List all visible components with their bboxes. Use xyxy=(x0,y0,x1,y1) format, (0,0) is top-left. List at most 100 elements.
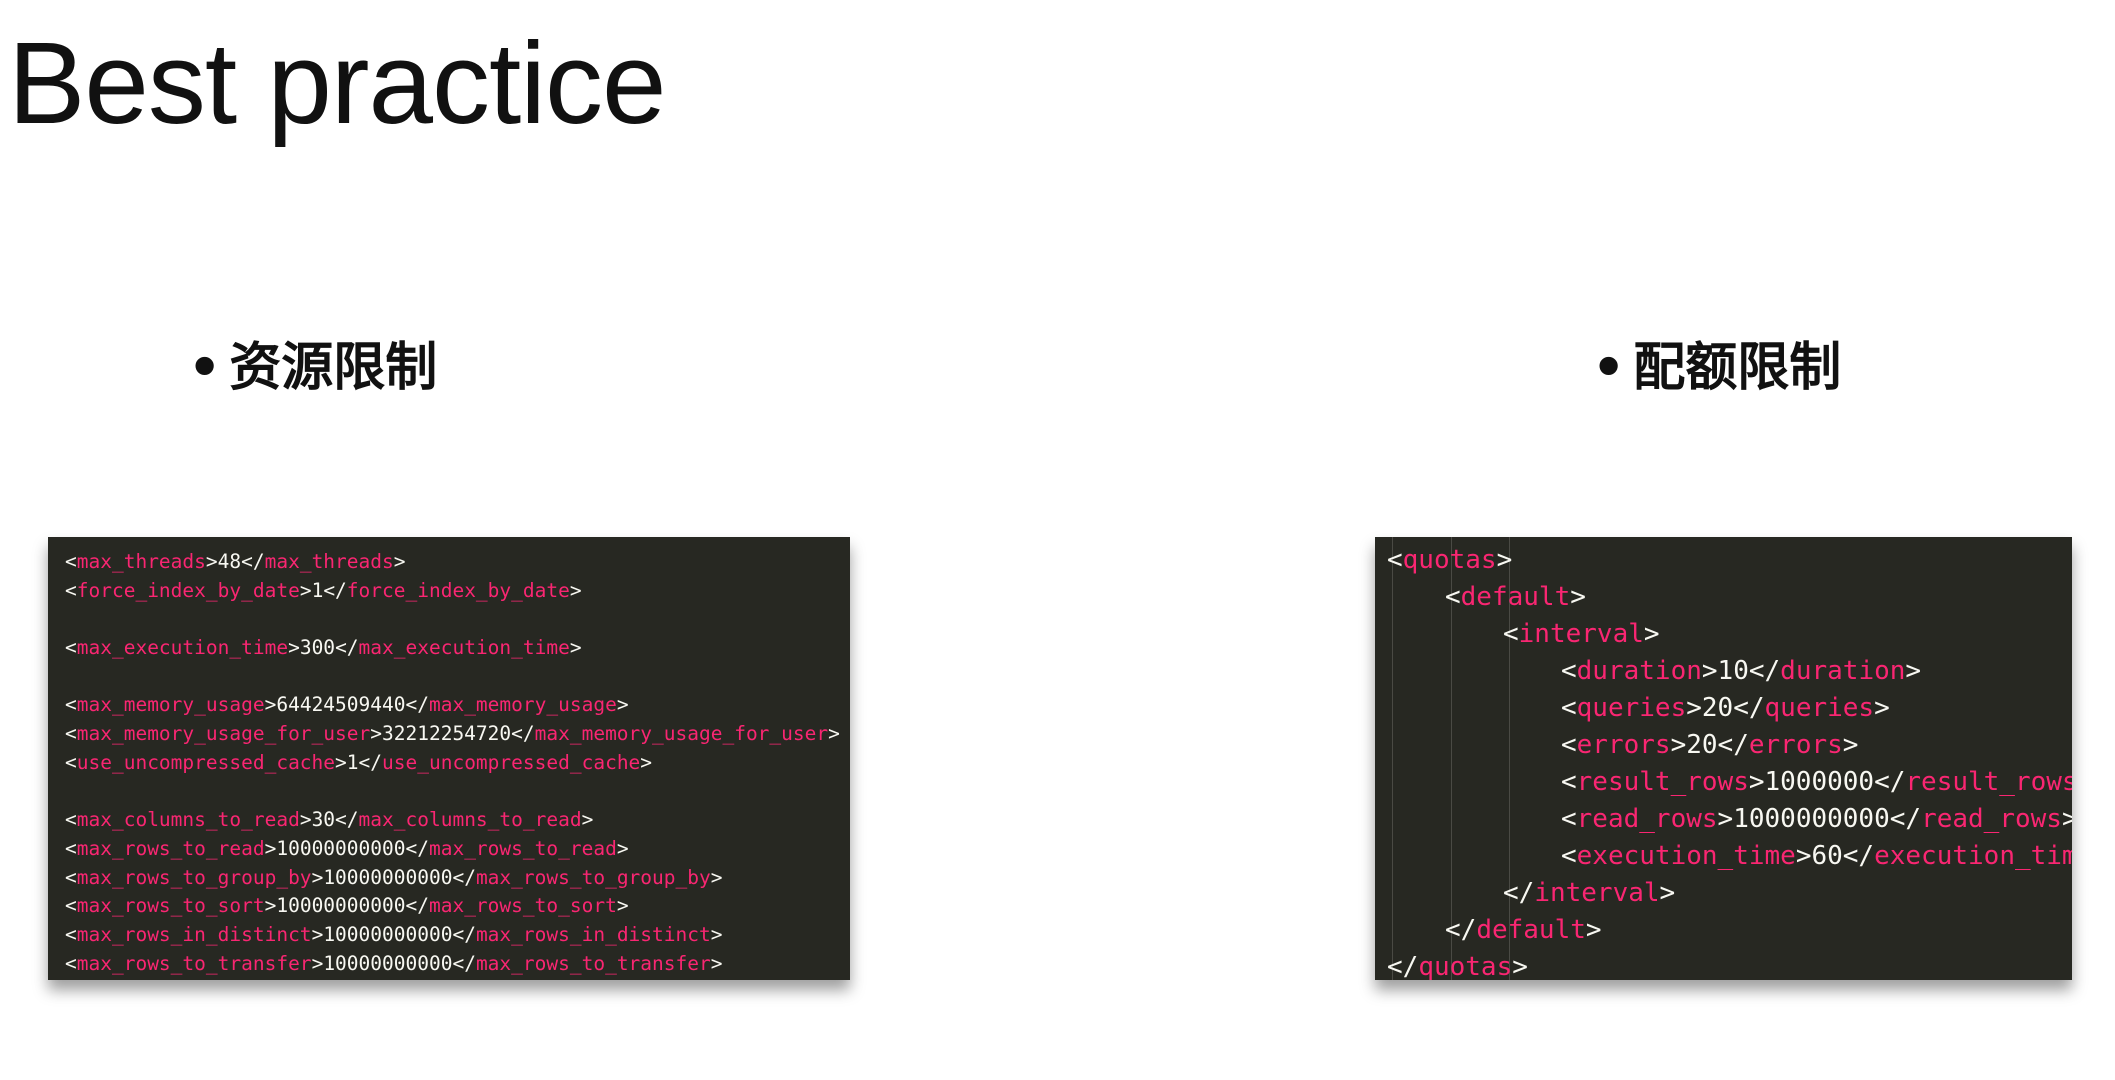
xml-value: 20 xyxy=(1701,693,1734,723)
resource-limits-code-block: <max_threads>48</max_threads> <force_inde… xyxy=(48,537,850,980)
code-line: <max_rows_in_distinct>10000000000</max_r… xyxy=(48,921,850,950)
xml-tag-name: max_rows_to_sort xyxy=(428,894,617,918)
tag-bracket: < xyxy=(65,636,77,660)
xml-tag-name: max_rows_in_distinct xyxy=(76,922,312,946)
xml-tag-name: queries xyxy=(1764,693,1875,723)
section-heading-resource-limits: • 资源限制 xyxy=(188,325,437,400)
xml-tag-name: max_threads xyxy=(264,550,394,573)
tag-bracket: </ xyxy=(1717,730,1749,760)
tag-bracket: < xyxy=(65,808,77,832)
tag-bracket: < xyxy=(1561,656,1577,686)
code-line: <max_rows_to_transfer>10000000000</max_r… xyxy=(48,950,850,979)
tag-bracket: > xyxy=(2061,804,2072,834)
xml-tag-name: use_uncompressed_cache xyxy=(76,750,336,774)
tag-bracket: < xyxy=(65,865,77,889)
xml-tag-name: max_rows_to_group_by xyxy=(475,865,711,889)
tag-bracket: </ xyxy=(452,922,476,946)
xml-tag-name: execution_time xyxy=(1874,841,2072,871)
xml-tag-name: max_rows_to_sort xyxy=(76,894,265,918)
xml-value: 300 xyxy=(299,636,336,660)
xml-tag-name: quotas xyxy=(1402,545,1497,575)
xml-value: 10000000000 xyxy=(276,894,406,918)
tag-bracket: > xyxy=(205,550,218,573)
xml-tag-name: max_memory_usage_for_user xyxy=(76,722,371,746)
xml-tag-name: force_index_by_date xyxy=(76,578,300,602)
code-line: <max_rows_to_sort>10000000000</max_rows_… xyxy=(48,892,850,921)
tag-bracket: > xyxy=(288,636,300,660)
tag-bracket: < xyxy=(1561,693,1577,723)
xml-value: 64424509440 xyxy=(276,693,406,717)
code-line: <duration>10</duration> xyxy=(1375,653,2072,690)
tag-bracket: > xyxy=(710,922,723,946)
tag-bracket: </ xyxy=(323,578,347,602)
xml-tag-name: interval xyxy=(1534,878,1660,908)
tag-bracket: < xyxy=(65,894,77,918)
code-line: <queries>20</queries> xyxy=(1375,690,2072,727)
xml-tag-name: max_columns_to_read xyxy=(358,808,582,832)
section-heading-quota-limits: • 配额限制 xyxy=(1592,325,1841,400)
tag-bracket: </ xyxy=(511,722,535,746)
xml-tag-name: force_index_by_date xyxy=(346,578,570,602)
xml-tag-name: errors xyxy=(1576,730,1671,760)
tag-bracket: > xyxy=(616,836,629,860)
tag-bracket: > xyxy=(1512,952,1528,980)
tag-bracket: </ xyxy=(1733,693,1765,723)
tag-bracket: > xyxy=(299,578,312,602)
tag-bracket: > xyxy=(393,550,406,573)
code-line: <max_memory_usage>64424509440</max_memor… xyxy=(48,691,850,720)
xml-value: 1 xyxy=(346,750,359,774)
xml-value: 1000000000 xyxy=(1733,804,1890,834)
section-heading-text: 配额限制 xyxy=(1633,338,1842,398)
bullet-marker: • xyxy=(188,338,222,398)
bullet-marker: • xyxy=(1592,338,1626,398)
code-line: <interval> xyxy=(1375,616,2072,653)
code-line: <read_rows>1000000000</read_rows> xyxy=(1375,801,2072,838)
tag-bracket: < xyxy=(1561,730,1577,760)
code-line: <errors>20</errors> xyxy=(1375,727,2072,764)
xml-value: 1 xyxy=(311,578,324,602)
tag-bracket: < xyxy=(65,550,77,573)
code-line: </quotas> xyxy=(1375,949,2072,980)
tag-bracket: < xyxy=(1561,767,1577,797)
tag-bracket: < xyxy=(1503,619,1519,649)
code-line: <use_uncompressed_cache>1</use_uncompres… xyxy=(48,749,850,778)
xml-tag-name: max_memory_usage xyxy=(76,693,265,717)
xml-tag-name: max_rows_to_transfer xyxy=(475,951,711,975)
tag-bracket: </ xyxy=(1387,952,1419,980)
tag-bracket: > xyxy=(1748,767,1765,797)
code-line: <result_rows>1000000</result_rows> xyxy=(1375,764,2072,801)
tag-bracket: </ xyxy=(358,750,383,774)
tag-bracket: > xyxy=(264,836,277,860)
tag-bracket: > xyxy=(1496,545,1513,575)
xml-tag-name: read_rows xyxy=(1576,804,1718,834)
xml-value: 10000000000 xyxy=(323,951,453,975)
xml-value: 10000000000 xyxy=(276,836,406,860)
tag-bracket: > xyxy=(828,722,840,746)
tag-bracket: < xyxy=(1445,582,1461,612)
xml-tag-name: errors xyxy=(1748,730,1843,760)
tag-bracket: > xyxy=(640,750,653,774)
tag-bracket: </ xyxy=(1503,878,1535,908)
section-heading-text: 资源限制 xyxy=(229,338,438,398)
quota-limits-code-block: <quotas> <default> <interval> <duration>10<… xyxy=(1375,537,2072,980)
tag-bracket: > xyxy=(1842,730,1859,760)
tag-bracket: < xyxy=(65,951,77,975)
tag-bracket: > xyxy=(1874,693,1890,723)
xml-tag-name: max_rows_to_read xyxy=(76,836,265,860)
tag-bracket: > xyxy=(1570,582,1586,612)
tag-bracket: > xyxy=(1585,915,1602,945)
tag-bracket: > xyxy=(710,865,723,889)
code-line: </interval> xyxy=(1375,875,2072,912)
xml-tag-name: default xyxy=(1460,582,1571,612)
tag-bracket: > xyxy=(569,636,582,660)
xml-value: 30 xyxy=(311,808,336,832)
xml-tag-name: duration xyxy=(1780,656,1906,686)
xml-tag-name: max_rows_to_group_by xyxy=(76,865,312,889)
tag-bracket: < xyxy=(1387,545,1403,575)
tag-bracket: > xyxy=(335,750,347,774)
code-line: <execution_time>60</execution_time> xyxy=(1375,838,2072,875)
tag-bracket: < xyxy=(65,578,77,602)
xml-tag-name: max_execution_time xyxy=(358,636,570,660)
xml-tag-name: quotas xyxy=(1418,952,1513,980)
